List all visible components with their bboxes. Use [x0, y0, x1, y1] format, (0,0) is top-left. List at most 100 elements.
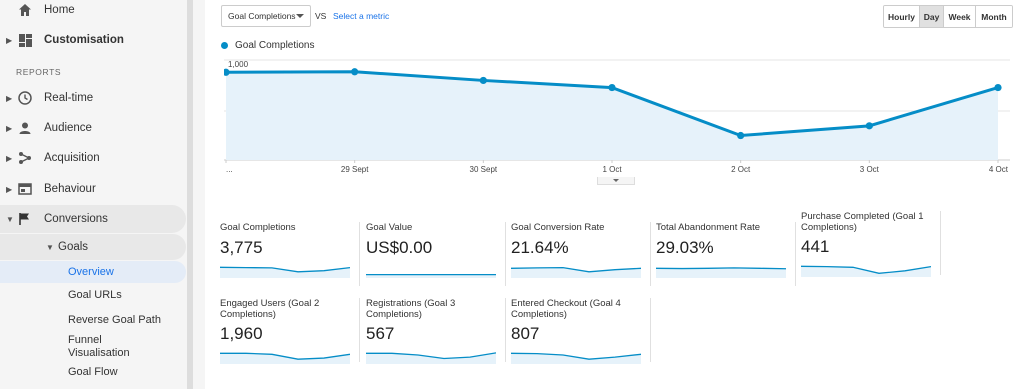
legend-label: Goal Completions — [235, 40, 315, 51]
vs-label: VS — [315, 11, 327, 21]
scorecard-divider — [359, 298, 360, 362]
caret-right-icon: ▶ — [6, 35, 13, 45]
metric-select-value: Goal Completions — [228, 11, 296, 21]
sidebar-subitem-overview[interactable]: Overview — [0, 261, 186, 283]
sidebar-item-audience[interactable]: ▶ Audience — [0, 120, 186, 136]
caret-down-icon: ▼ — [46, 242, 54, 252]
granularity-toggle: Hourly Day Week Month — [883, 5, 1013, 28]
caret-right-icon: ▶ — [6, 184, 13, 194]
data-point[interactable] — [351, 68, 359, 76]
chart-legend: Goal Completions — [221, 40, 314, 51]
scorecard-divider — [650, 298, 651, 362]
sidebar-item-label: Goals — [58, 241, 89, 253]
clock-icon — [17, 90, 33, 106]
sidebar-subitem-label: Goal URLs — [68, 289, 122, 301]
metric-select-dropdown[interactable]: Goal Completions — [221, 5, 311, 27]
sidebar-subitem-goal-urls[interactable]: Goal URLs — [0, 289, 186, 305]
sidebar-item-realtime[interactable]: ▶ Real-time — [0, 90, 186, 106]
data-point[interactable] — [865, 122, 873, 130]
scorecard-title: Goal Value — [366, 222, 413, 233]
y-tick-label: 1,000 — [228, 60, 249, 69]
sidebar-item-customisation[interactable]: ▶ Customisation — [0, 32, 186, 48]
scorecard-title: Registrations (Goal 3 Completions) — [366, 298, 456, 320]
sidebar-item-conversions[interactable]: ▼ Conversions — [0, 205, 186, 233]
scorecard[interactable]: Total Abandonment Rate 29.03% — [656, 222, 796, 290]
person-icon — [17, 120, 33, 136]
sidebar-scrollbar[interactable] — [187, 0, 193, 389]
sidebar-item-home[interactable]: Home — [0, 2, 186, 18]
x-tick-label: 29 Sept — [341, 165, 369, 174]
scorecard[interactable]: Entered Checkout (Goal 4 Completions) 807 — [511, 298, 651, 366]
scorecard-divider — [795, 222, 796, 286]
section-heading-reports: REPORTS — [16, 67, 62, 77]
granularity-week-button[interactable]: Week — [944, 6, 976, 27]
data-point[interactable] — [608, 83, 616, 92]
scorecard-sparkline — [801, 265, 931, 277]
scorecard-value: 567 — [366, 324, 395, 343]
sparkline-line — [656, 267, 786, 270]
sidebar-item-label: Audience — [44, 122, 92, 134]
scorecard-title: Goal Conversion Rate — [511, 222, 605, 233]
sidebar-item-goals[interactable]: ▼ Goals — [0, 234, 186, 260]
scorecard-title: Goal Completions — [220, 222, 296, 233]
scorecard-sparkline — [220, 266, 350, 278]
granularity-month-button[interactable]: Month — [976, 6, 1012, 27]
granularity-day-button[interactable]: Day — [920, 6, 944, 27]
scorecard-title: Engaged Users (Goal 2 Completions) — [220, 298, 320, 320]
sidebar-subitem-funnel-visualisation[interactable]: Funnel Visualisation — [0, 334, 186, 362]
data-point[interactable] — [737, 131, 745, 140]
sidebar-item-behaviour[interactable]: ▶ Behaviour — [0, 181, 186, 197]
sidebar-item-label: Behaviour — [44, 183, 96, 195]
sidebar-item-label: Customisation — [44, 34, 124, 46]
granularity-hourly-button[interactable]: Hourly — [884, 6, 920, 27]
analytics-goals-overview: Home ▶ Customisation REPORTS ▶ Real-time… — [0, 0, 1024, 389]
sidebar-subitem-reverse-goal-path[interactable]: Reverse Goal Path — [0, 314, 186, 330]
scorecard[interactable]: Engaged Users (Goal 2 Completions) 1,960 — [220, 298, 360, 366]
scorecard[interactable]: Goal Conversion Rate 21.64% — [511, 222, 651, 290]
sidebar-subitem-goal-flow[interactable]: Goal Flow — [0, 366, 186, 382]
scorecard-sparkline — [220, 352, 350, 364]
scorecard-title: Total Abandonment Rate — [656, 222, 761, 233]
scorecard[interactable]: Goal Value US$0.00 — [366, 222, 506, 290]
x-tick-label: 3 Oct — [860, 165, 880, 174]
chevron-down-icon — [296, 14, 304, 18]
x-tick-label: 2 Oct — [731, 165, 751, 174]
flag-icon — [17, 211, 33, 227]
scorecard-title: Entered Checkout (Goal 4 Completions) — [511, 298, 621, 320]
sidebar-subitem-label: Funnel Visualisation — [68, 334, 130, 359]
chart-collapse-handle[interactable] — [597, 177, 635, 185]
home-icon — [17, 2, 33, 18]
scorecard-divider — [650, 222, 651, 286]
sidebar: Home ▶ Customisation REPORTS ▶ Real-time… — [0, 0, 205, 389]
sparkline-fill — [656, 267, 786, 278]
scorecard[interactable]: Goal Completions 3,775 — [220, 222, 360, 290]
scorecard-sparkline — [366, 273, 496, 278]
sparkline-fill — [801, 266, 931, 277]
sparkline-fill — [511, 353, 641, 364]
caret-down-icon — [613, 179, 619, 182]
sparkline-fill — [366, 352, 496, 364]
select-metric-link[interactable]: Select a metric — [333, 11, 389, 21]
x-tick-label: ... — [226, 165, 233, 174]
scorecard-divider — [940, 211, 941, 275]
scorecard-value: US$0.00 — [366, 238, 433, 257]
sidebar-item-label: Conversions — [44, 213, 108, 225]
sidebar-subitem-label: Overview — [68, 266, 114, 278]
sidebar-item-label: Real-time — [44, 92, 94, 104]
caret-right-icon: ▶ — [6, 93, 13, 103]
caret-right-icon: ▶ — [6, 153, 13, 163]
scorecard-value: 21.64% — [511, 238, 569, 257]
x-tick-label: 1 Oct — [602, 165, 622, 174]
data-point[interactable] — [479, 76, 487, 85]
sidebar-subitem-label: Reverse Goal Path — [68, 314, 161, 326]
data-point[interactable] — [994, 83, 1002, 92]
scorecard[interactable]: Purchase Completed (Goal 1 Completions) 4… — [801, 211, 941, 279]
sidebar-item-acquisition[interactable]: ▶ Acquisition — [0, 150, 186, 166]
sidebar-item-label: Acquisition — [44, 152, 100, 164]
sidebar-item-label: Home — [44, 4, 75, 16]
scorecard-value: 441 — [801, 237, 830, 256]
behaviour-icon — [17, 181, 33, 197]
scorecard-sparkline — [511, 352, 641, 364]
scorecard[interactable]: Registrations (Goal 3 Completions) 567 — [366, 298, 506, 366]
caret-down-icon: ▼ — [6, 214, 14, 224]
